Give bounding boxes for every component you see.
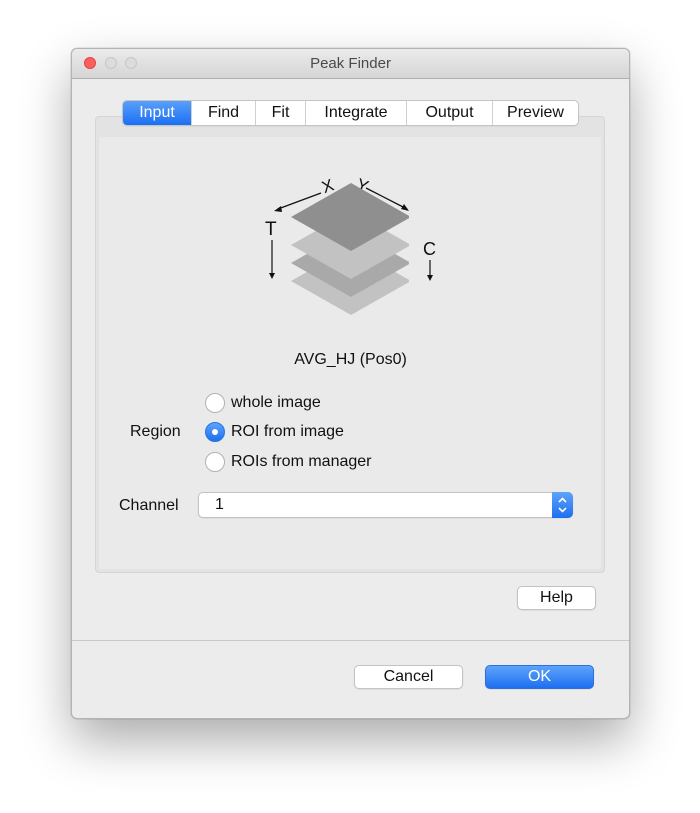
radio-label: ROI from image [231,423,344,440]
channel-value: 1 [215,496,224,513]
cancel-button[interactable]: Cancel [354,665,463,689]
c-axis-arrow [427,260,433,281]
title-bar[interactable]: Peak Finder [72,49,629,79]
t-axis-label: T [265,219,277,240]
tab-input[interactable]: Input [123,101,192,125]
c-axis-label-text: C [423,239,436,259]
select-stepper[interactable] [552,492,573,518]
region-option-whole-image[interactable]: whole image [205,392,321,414]
peak-finder-dialog: Peak Finder Input Find Fit Integrate Out… [71,48,630,719]
channel-label: Channel [119,497,179,514]
image-stack-icon: X Y T C [259,175,436,319]
radio-roi-from-image[interactable] [205,422,225,442]
radio-rois-from-manager[interactable] [205,452,225,472]
tab-fit[interactable]: Fit [256,101,306,125]
region-option-rois-from-manager[interactable]: ROIs from manager [205,451,371,473]
image-name: AVG_HJ (Pos0) [294,351,407,368]
chevron-updown-icon [558,497,567,513]
divider [72,640,629,641]
help-button[interactable]: Help [517,586,596,610]
tab-find[interactable]: Find [192,101,256,125]
region-option-roi-from-image[interactable]: ROI from image [205,421,344,443]
radio-label: whole image [231,394,321,411]
window-title: Peak Finder [310,55,391,72]
region-label: Region [130,423,181,440]
tab-bar: Input Find Fit Integrate Output Preview [122,100,579,126]
tab-preview[interactable]: Preview [493,101,578,125]
radio-label: ROIs from manager [231,453,372,470]
tab-output[interactable]: Output [407,101,493,125]
channel-select[interactable]: 1 [198,492,573,518]
radio-whole-image[interactable] [205,393,225,413]
ok-button[interactable]: OK [485,665,594,689]
tab-integrate[interactable]: Integrate [306,101,407,125]
